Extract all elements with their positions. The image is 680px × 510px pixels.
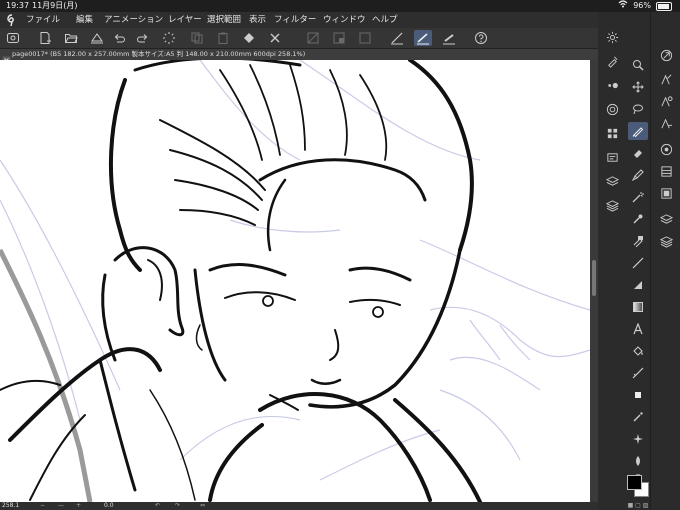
line-art-drawing xyxy=(0,60,590,502)
status-time: 19:37 xyxy=(6,1,30,10)
clip-studio-icon[interactable] xyxy=(5,13,19,27)
close-icon[interactable] xyxy=(2,50,11,65)
menu-help[interactable]: ヘルプ xyxy=(372,12,398,28)
material-icon[interactable] xyxy=(598,194,626,216)
invert-icon[interactable] xyxy=(356,30,374,46)
layer-property-icon[interactable] xyxy=(598,146,626,168)
layer-list-icon[interactable] xyxy=(657,210,675,228)
color-wheel-icon[interactable] xyxy=(598,98,626,120)
airbrush-icon[interactable] xyxy=(628,408,648,426)
figure-icon[interactable] xyxy=(628,232,648,250)
vector-icon[interactable] xyxy=(628,386,648,404)
gear-icon[interactable] xyxy=(598,26,626,48)
palette-column xyxy=(598,12,626,510)
battery-percent: 96% xyxy=(633,1,651,10)
gradient-icon[interactable] xyxy=(628,298,648,316)
paste-icon[interactable] xyxy=(214,30,232,46)
color-circle-icon[interactable] xyxy=(657,140,675,158)
command-bar xyxy=(0,28,598,49)
copy-icon[interactable] xyxy=(188,30,206,46)
menu-animation[interactable]: アニメーション xyxy=(104,12,163,28)
sub-tool-icon[interactable] xyxy=(657,70,675,88)
move-icon[interactable] xyxy=(628,78,648,96)
frame-border-icon[interactable] xyxy=(628,276,648,294)
color-slider-icon[interactable] xyxy=(657,162,675,180)
menu-file[interactable]: ファイル xyxy=(26,12,60,28)
rotate-right-icon[interactable]: ↷ xyxy=(175,502,180,510)
text-icon[interactable] xyxy=(628,320,648,338)
layer-column xyxy=(650,12,680,510)
transform-icon[interactable] xyxy=(304,30,322,46)
color-mode-controls[interactable]: ■ ▢ ▨ xyxy=(626,502,650,510)
menu-window[interactable]: ウィンドウ xyxy=(323,12,366,28)
angle-value[interactable]: 0.0 xyxy=(104,502,114,510)
zoom-out-icon[interactable]: − xyxy=(40,502,45,510)
layer-icon[interactable] xyxy=(598,170,626,192)
brush-icon[interactable] xyxy=(628,166,648,184)
fill-icon[interactable] xyxy=(240,30,258,46)
brush-stabilizer-3-icon[interactable] xyxy=(440,30,458,46)
deselect-icon[interactable] xyxy=(330,30,348,46)
brush-stabilizer-2-icon[interactable] xyxy=(414,30,432,46)
clear-icon[interactable] xyxy=(266,30,284,46)
navigator-icon[interactable] xyxy=(657,46,675,64)
loading-icon[interactable] xyxy=(160,30,178,46)
magic-wand-icon[interactable] xyxy=(628,188,648,206)
zoom-icon[interactable] xyxy=(628,56,648,74)
status-bar: 19:37 11月9日(月) 96% xyxy=(0,0,680,12)
open-file-icon[interactable] xyxy=(62,30,80,46)
help-icon[interactable] xyxy=(472,30,490,46)
color-history-icon[interactable] xyxy=(657,184,675,202)
color-swatch[interactable] xyxy=(625,473,651,499)
redo-icon[interactable] xyxy=(134,30,152,46)
document-title: page0017* (B5 182.00 x 257.00mm 製本サイズ:A5… xyxy=(12,50,306,58)
document-tab[interactable]: page0017* (B5 182.00 x 257.00mm 製本サイズ:A5… xyxy=(0,49,598,65)
clip-studio-menu-icon[interactable] xyxy=(4,30,22,46)
zoom-slider-icon[interactable]: — xyxy=(58,502,64,510)
rotate-left-icon[interactable]: ↶ xyxy=(155,502,160,510)
menu-bar: ファイル 編集 アニメーション レイヤー 選択範囲 表示 フィルター ウィンドウ… xyxy=(0,12,598,28)
menu-edit[interactable]: 編集 xyxy=(76,12,93,28)
brush-settings-icon[interactable] xyxy=(657,114,675,132)
wifi-icon xyxy=(618,0,628,12)
flip-icon[interactable]: ⇔ xyxy=(200,502,205,510)
zoom-value[interactable]: 258.1 xyxy=(2,502,19,510)
eraser-icon[interactable] xyxy=(628,144,648,162)
line-icon[interactable] xyxy=(628,254,648,272)
zoom-in-icon[interactable]: + xyxy=(76,502,81,510)
vertical-scrollbar[interactable] xyxy=(590,60,598,502)
ruler-icon[interactable] xyxy=(628,364,648,382)
menu-selection[interactable]: 選択範囲 xyxy=(207,12,241,28)
tool-property-icon[interactable] xyxy=(598,50,626,72)
eyedropper-icon[interactable] xyxy=(628,210,648,228)
fill-bucket-icon[interactable] xyxy=(628,342,648,360)
menu-view[interactable]: 表示 xyxy=(249,12,266,28)
brush-stabilizer-1-icon[interactable] xyxy=(388,30,406,46)
lasso-select-icon[interactable] xyxy=(628,100,648,118)
undo-icon[interactable] xyxy=(110,30,128,46)
main-color[interactable] xyxy=(627,475,642,490)
battery-icon xyxy=(656,2,672,11)
bottom-bar: 258.1 − — + 0.0 ↶ ↷ ⇔ xyxy=(0,502,598,510)
save-icon[interactable] xyxy=(88,30,106,46)
layer-stack-icon[interactable] xyxy=(657,232,675,250)
status-date: 11月9日(月) xyxy=(32,1,78,10)
decoration-icon[interactable] xyxy=(628,430,648,448)
menu-filter[interactable]: フィルター xyxy=(274,12,316,28)
pen-icon[interactable] xyxy=(628,122,648,140)
color-set-icon[interactable] xyxy=(598,122,626,144)
drawing-canvas[interactable] xyxy=(0,60,590,502)
sub-tool-detail-icon[interactable] xyxy=(657,92,675,110)
menu-layer[interactable]: レイヤー xyxy=(168,12,202,28)
tool-column xyxy=(626,12,650,510)
new-file-icon[interactable] xyxy=(36,30,54,46)
scrollbar-thumb[interactable] xyxy=(592,260,596,296)
brush-size-icon[interactable] xyxy=(598,74,626,96)
